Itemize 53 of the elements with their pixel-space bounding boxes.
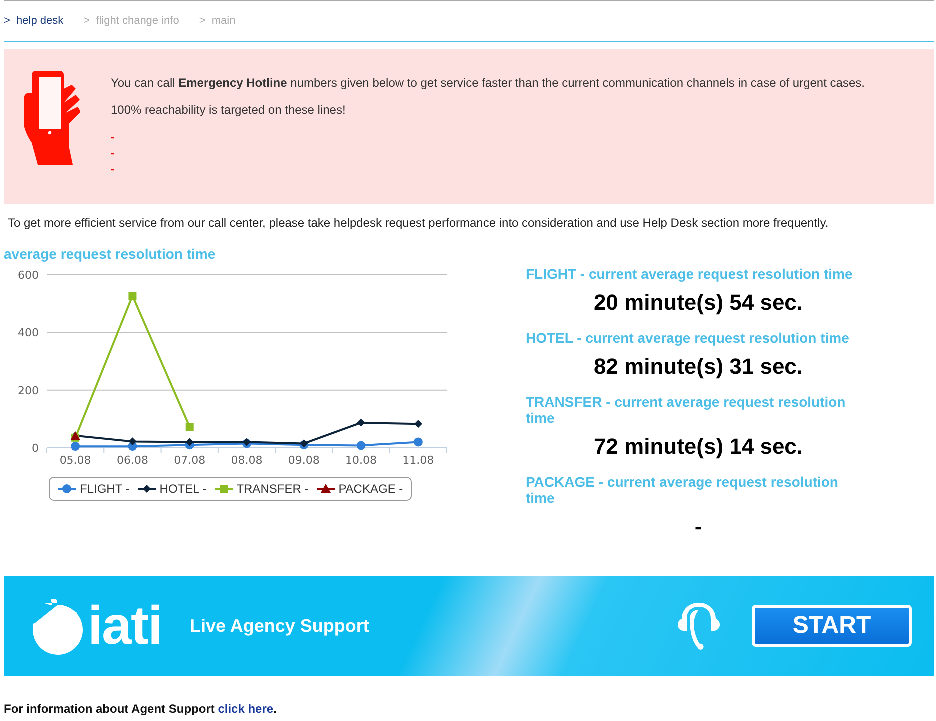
hotline-number: - [111,145,115,161]
y-tick-label: 400 [18,326,39,340]
chart-title: average request resolution time [4,246,217,262]
legend-marker-icon [316,484,335,494]
stat-value: 20 minute(s) 54 sec. [592,290,804,316]
data-point [357,418,366,427]
legend-label[interactable]: TRANSFER - [236,482,309,496]
stat-value: - [694,514,704,540]
phone-in-hand-icon [22,69,80,165]
data-point [71,442,80,452]
x-tick-label: 05.08 [60,454,92,466]
stat-value: 82 minute(s) 31 sec. [592,354,804,380]
data-point [128,292,137,300]
notice-note: 100% reachability is targeted on these lines! [111,102,347,118]
data-point [186,438,194,446]
data-point [70,431,81,440]
y-tick-label: 200 [18,384,39,398]
data-point [414,438,423,447]
data-point [186,423,194,432]
headset-icon [676,601,722,651]
data-point [300,440,308,448]
breadcrumb-link[interactable]: > help desk [4,15,64,27]
notice-message: You can call Emergency Hotline numbers given below to get service faster than the current communication channels in case of urgent cases. [111,75,865,91]
hotline-number: - [111,129,115,145]
info-text: To get more efficient service from our call center, please take helpdesk request performance into consideration and use Help Desk section more frequently. [8,216,830,230]
click-here-link[interactable]: click here [218,702,274,716]
legend-label[interactable]: HOTEL - [160,482,207,496]
logo-text: iati [88,599,162,653]
legend-marker-icon [214,484,233,494]
start-button[interactable]: START [752,605,912,647]
banner-title: Live Agency Support [190,616,370,636]
y-tick-label: 0 [32,442,39,455]
y-tick-label: 600 [18,269,39,282]
data-point [128,438,137,446]
x-tick-label: 11.08 [402,454,434,466]
data-point [356,441,366,450]
x-tick-label: 09.08 [288,454,320,466]
legend-label[interactable]: FLIGHT - [80,482,130,496]
data-point [414,420,422,428]
legend-marker-icon [138,484,156,494]
stat-heading: FLIGHT - current average request resolution time [526,266,854,282]
x-tick-label: 10.08 [346,454,378,466]
stat-heading: PACKAGE - current average request resolution time [526,474,840,506]
stat-heading: TRANSFER - current average request resolution time [526,394,847,426]
x-tick-label: 08.08 [231,454,263,466]
stat-heading: HOTEL - current average request resolution time [526,330,850,346]
stat-value: 72 minute(s) 14 sec. [592,434,804,460]
x-tick-label: 06.08 [116,454,148,466]
legend-label[interactable]: PACKAGE - [338,482,404,496]
footer-text: For information about Agent Support click here. [4,702,278,716]
legend-marker-icon [58,484,76,494]
hotline-number: - [111,161,115,177]
x-tick-label: 07.08 [174,454,206,466]
